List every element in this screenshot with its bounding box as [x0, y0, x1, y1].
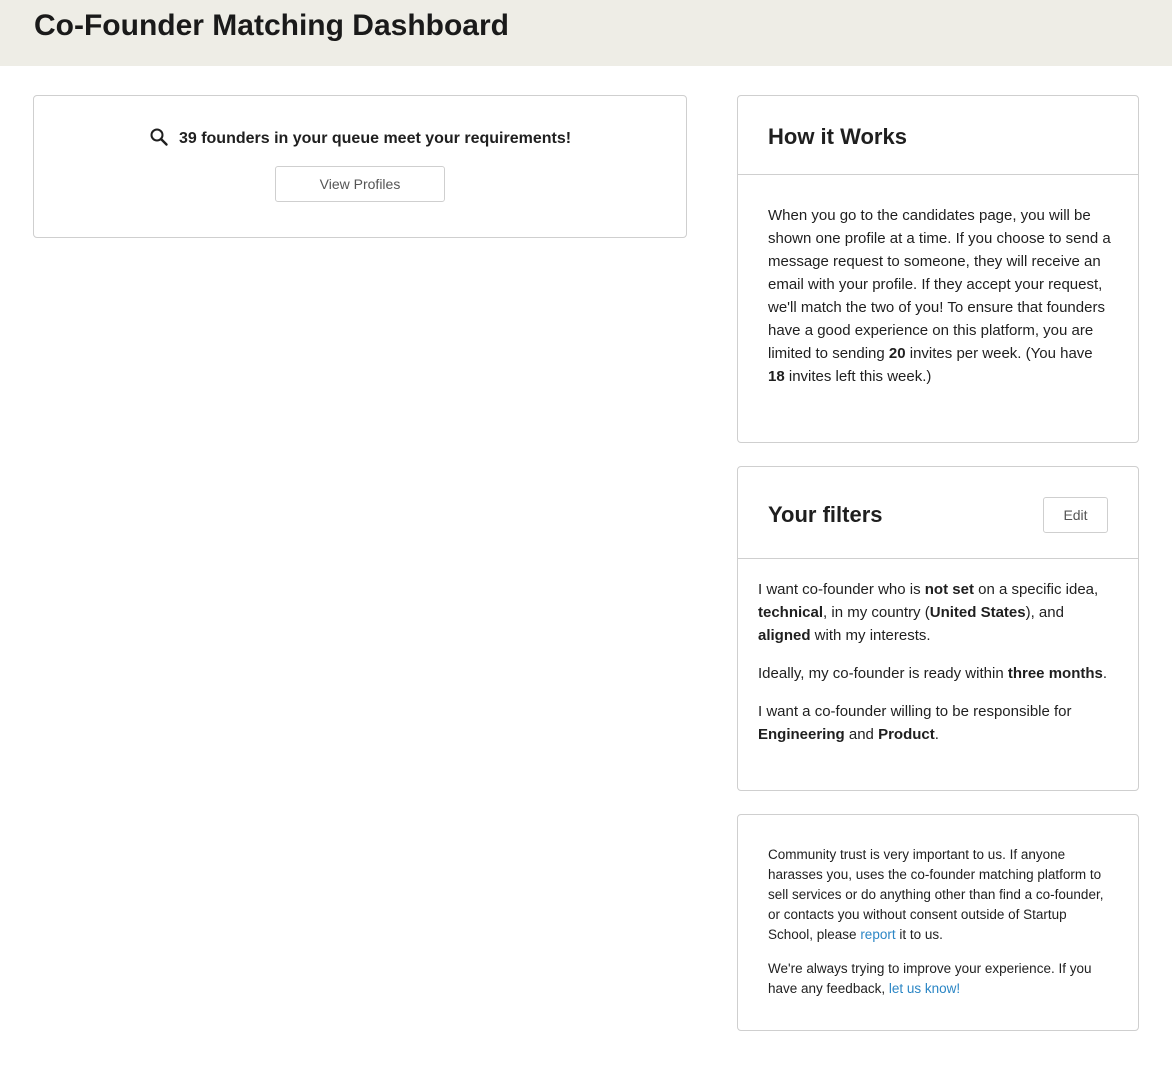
how-text-part: When you go to the candidates page, you …	[768, 207, 1111, 362]
page-title: Co-Founder Matching Dashboard	[34, 9, 509, 42]
divider	[738, 558, 1138, 559]
filters-title: Your filters	[768, 502, 883, 527]
filters-card: Your filters Edit I want co-founder who …	[737, 466, 1139, 791]
feedback-link[interactable]: let us know!	[889, 981, 960, 996]
trust-paragraph: Community trust is very important to us.…	[768, 847, 1104, 942]
queue-summary: 39 founders in your queue meet your requ…	[34, 127, 686, 150]
how-text-part: invites left this week.)	[784, 368, 932, 385]
how-text-part: invites per week. (You have	[905, 345, 1093, 362]
how-it-works-text: When you go to the candidates page, you …	[768, 204, 1113, 388]
filter-interests: aligned	[758, 627, 811, 644]
divider	[738, 174, 1138, 175]
edit-filters-button[interactable]: Edit	[1043, 497, 1108, 533]
filter-area-engineering: Engineering	[758, 726, 845, 743]
filters-text: I want co-founder who is not set on a sp…	[758, 578, 1118, 761]
page-header: Co-Founder Matching Dashboard	[0, 0, 1172, 66]
filter-country: United States	[929, 604, 1026, 621]
community-trust-text: Community trust is very important to us.…	[768, 845, 1113, 1013]
filter-responsibilities: I want a co-founder willing to be respon…	[758, 703, 1072, 743]
invite-limit: 20	[888, 345, 906, 362]
view-profiles-button[interactable]: View Profiles	[275, 166, 445, 202]
filter-preferences: I want co-founder who is not set on a sp…	[758, 581, 1099, 644]
search-icon	[150, 128, 168, 146]
filter-timeline-value: three months	[1007, 665, 1103, 682]
queue-message: founders in your queue meet your require…	[201, 130, 572, 147]
report-link[interactable]: report	[860, 927, 895, 942]
queue-card: 39 founders in your queue meet your requ…	[33, 95, 687, 238]
filter-timeline: Ideally, my co-founder is ready within t…	[758, 665, 1108, 682]
how-it-works-card: How it Works When you go to the candidat…	[737, 95, 1139, 443]
how-it-works-title: How it Works	[768, 124, 907, 149]
filter-idea-status: not set	[924, 581, 974, 598]
invites-left: 18	[768, 368, 785, 385]
filter-area-product: Product	[878, 726, 935, 743]
filter-technical: technical	[758, 604, 824, 621]
queue-count: 39	[178, 130, 197, 147]
community-trust-card: Community trust is very important to us.…	[737, 814, 1139, 1031]
feedback-paragraph: We're always trying to improve your expe…	[768, 961, 1092, 996]
